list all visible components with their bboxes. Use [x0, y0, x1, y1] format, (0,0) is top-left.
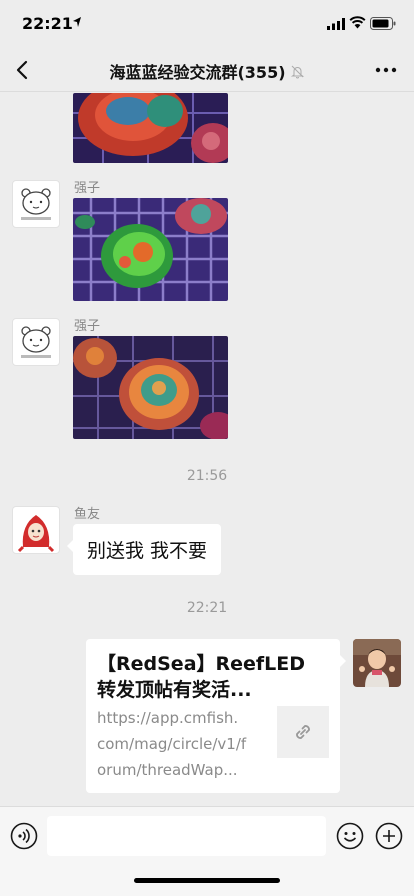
- link-url-line: com/mag/circle/v1/f: [97, 735, 247, 753]
- link-url-line: orum/threadWap...: [97, 761, 238, 779]
- image-message[interactable]: [73, 198, 228, 301]
- link-title-line: 转发顶帖有奖活...: [97, 679, 252, 701]
- sender-name: 强子: [74, 319, 101, 334]
- wifi-icon: [349, 16, 366, 29]
- self-avatar[interactable]: [353, 639, 401, 687]
- avatar[interactable]: [12, 180, 60, 228]
- bear-avatar-icon: [21, 188, 51, 220]
- link-title-line: 【RedSea】ReefLED: [97, 653, 306, 675]
- nav-title-wrap: 海蓝蓝经验交流群(355): [60, 60, 354, 82]
- chevron-left-icon[interactable]: [12, 58, 34, 82]
- red-hood-avatar-icon: [17, 515, 55, 553]
- link-thumbnail: [277, 706, 329, 758]
- text-message-bubble[interactable]: 别送我 我不要: [66, 524, 222, 575]
- bell-slash-icon: [290, 65, 304, 78]
- chat-area[interactable]: 强子 强子 21:56 鱼友 别送我 我不要 22:21 【RedSea】Ree…: [0, 93, 414, 805]
- image-message[interactable]: [73, 336, 228, 439]
- child-photo-avatar: [353, 639, 401, 687]
- chat-title[interactable]: 海蓝蓝经验交流群(355): [109, 59, 285, 83]
- emoji-icon[interactable]: [336, 822, 364, 850]
- link-icon: [296, 725, 310, 739]
- status-time: 22:21: [22, 14, 73, 33]
- ellipsis-icon[interactable]: [374, 60, 398, 80]
- battery-icon: [370, 17, 396, 30]
- voice-icon[interactable]: [10, 822, 38, 850]
- coral-photo: [73, 198, 228, 301]
- nav-bar: 海蓝蓝经验交流群(355): [0, 48, 414, 92]
- coral-photo: [73, 93, 228, 163]
- timestamp: 21:56: [186, 468, 228, 484]
- bear-avatar-icon: [21, 326, 51, 358]
- image-message[interactable]: [73, 93, 228, 163]
- sender-name: 鱼友: [74, 507, 101, 522]
- link-url: https://app.cmfish. com/mag/circle/v1/f …: [97, 705, 269, 783]
- home-indicator: [134, 878, 280, 883]
- location-arrow-icon: [73, 17, 81, 27]
- message-input[interactable]: [47, 816, 326, 856]
- plus-icon[interactable]: [375, 822, 403, 850]
- sender-name: 强子: [74, 181, 101, 196]
- coral-photo: [73, 336, 228, 439]
- link-title: 【RedSea】ReefLED 转发顶帖有奖活...: [97, 651, 333, 703]
- avatar[interactable]: [12, 506, 60, 554]
- avatar[interactable]: [12, 318, 60, 366]
- timestamp: 22:21: [186, 600, 228, 616]
- link-url-line: https://app.cmfish.: [97, 709, 239, 727]
- status-bar: 22:21: [0, 0, 414, 48]
- link-card-message[interactable]: 【RedSea】ReefLED 转发顶帖有奖活... https://app.c…: [86, 639, 346, 793]
- signal-icon: [327, 18, 345, 30]
